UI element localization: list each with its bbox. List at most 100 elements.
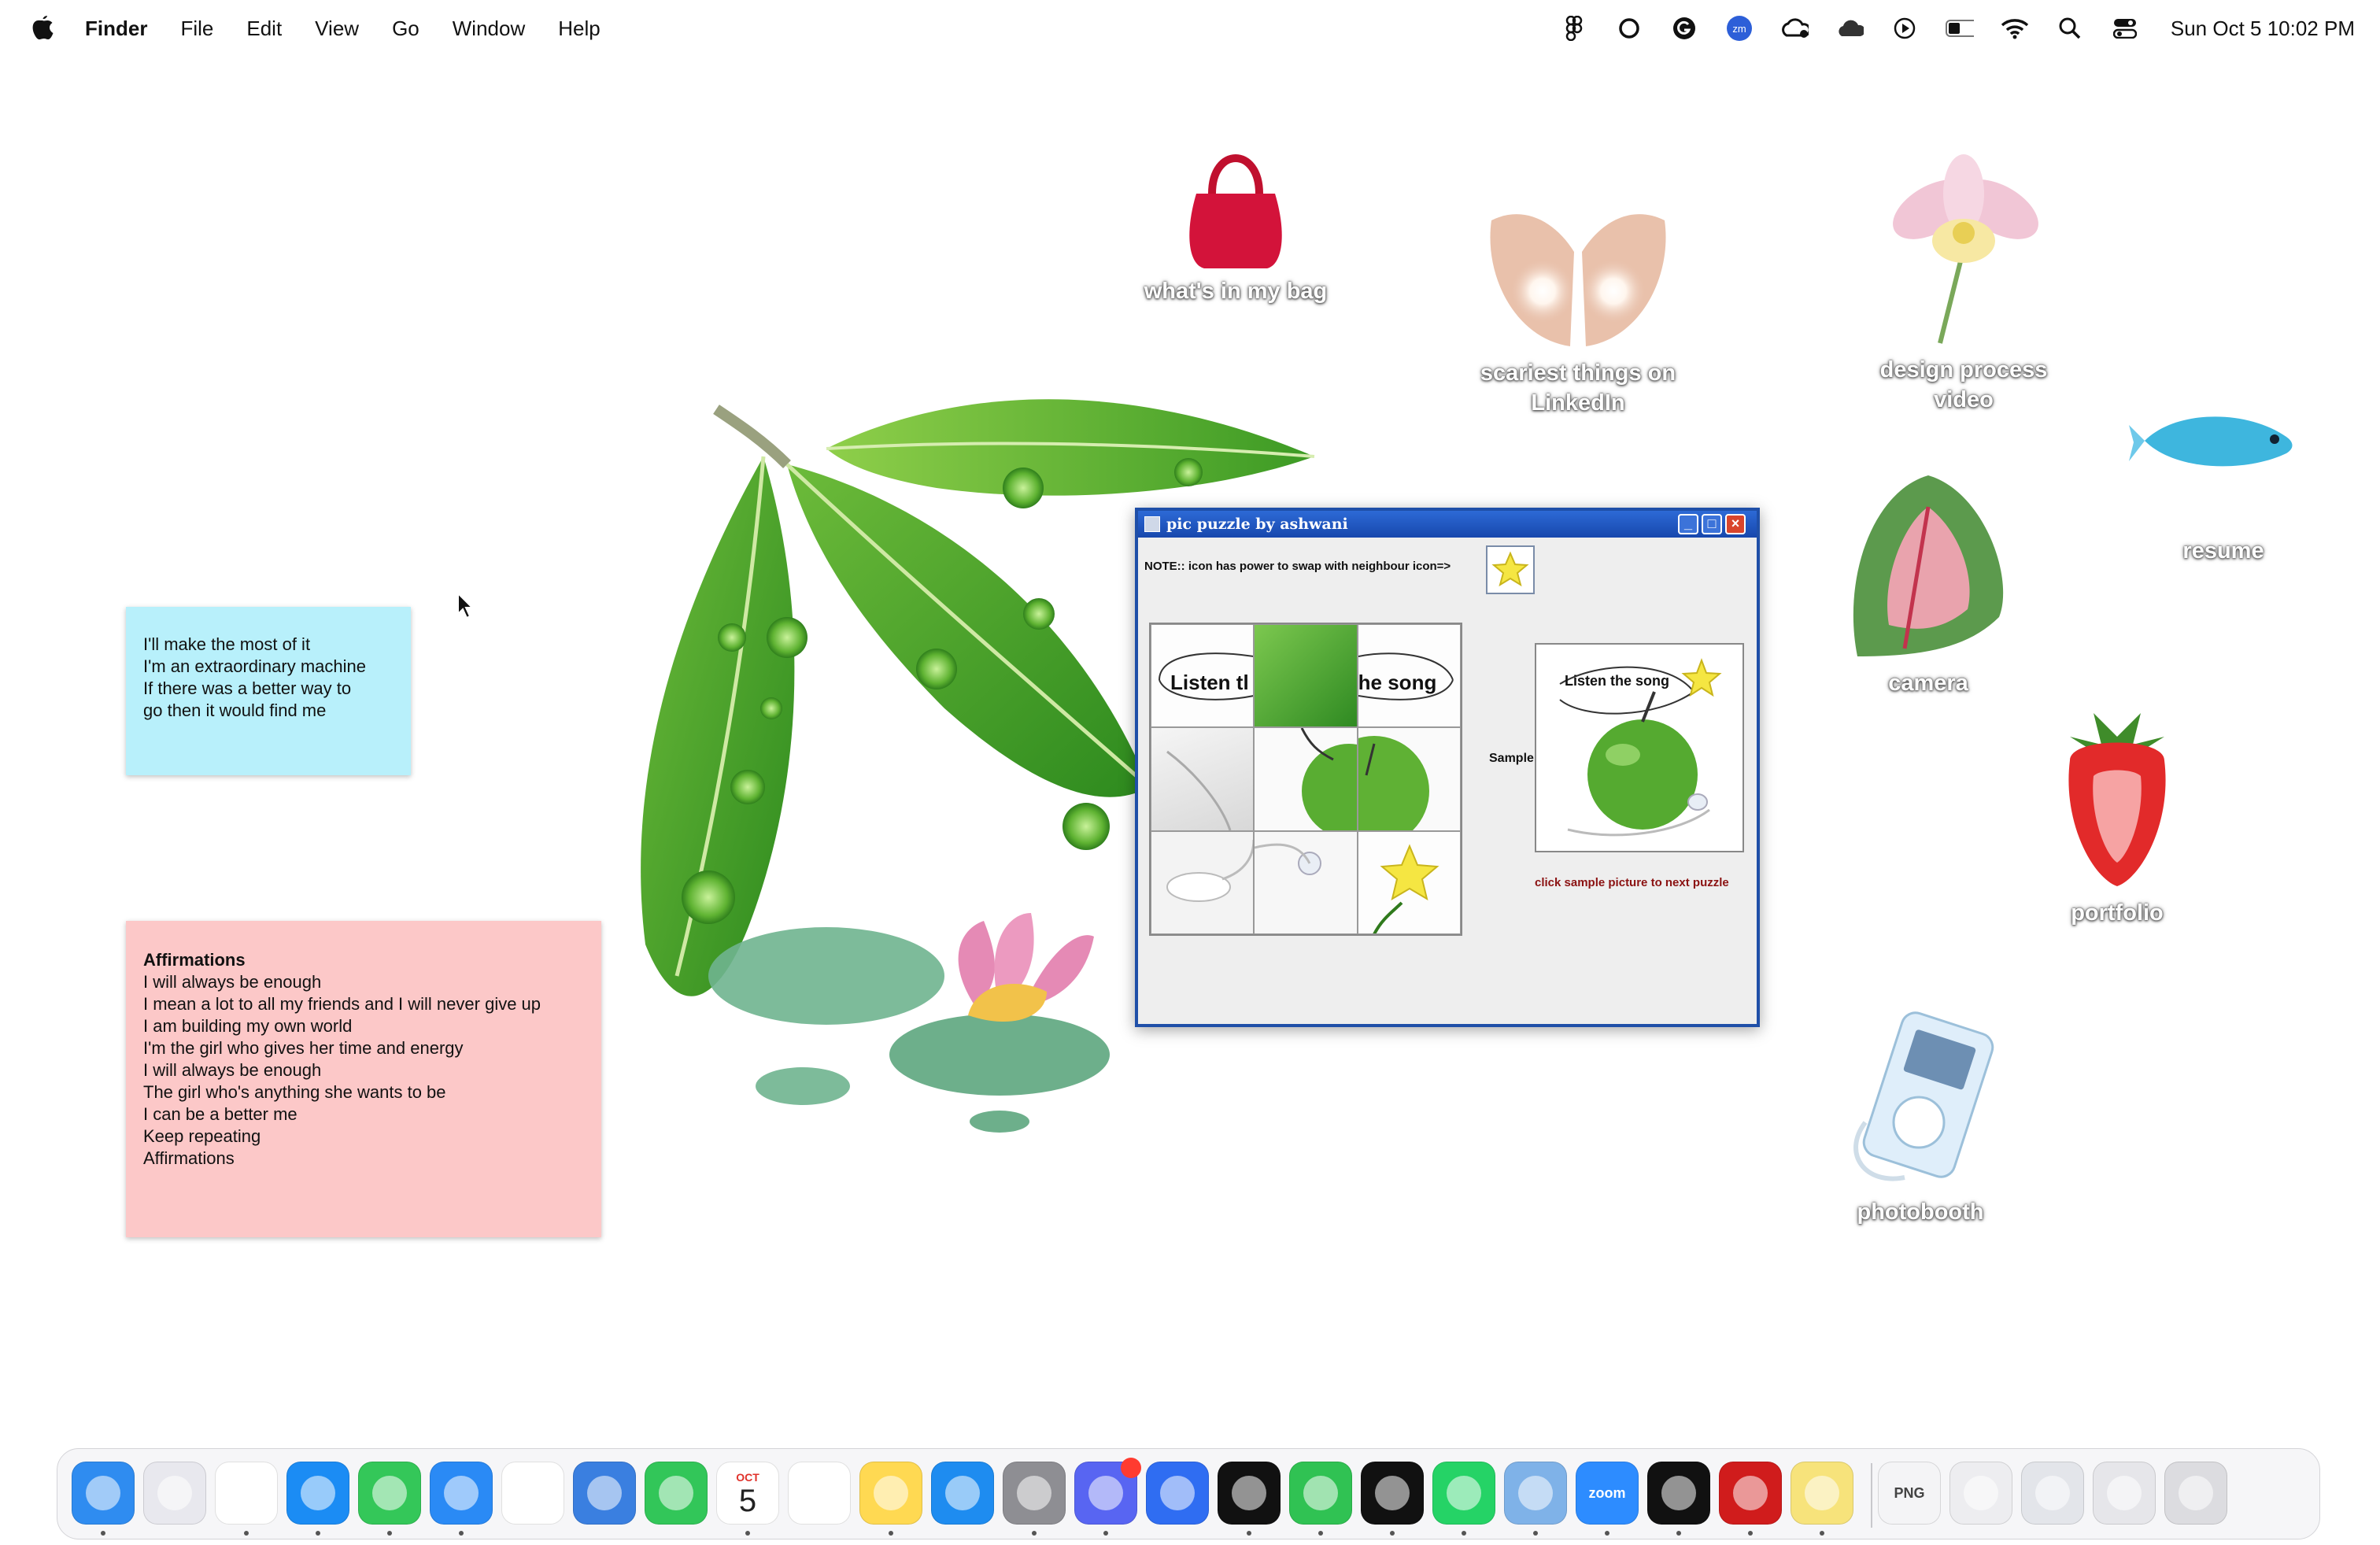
sticky-note-lyrics[interactable]: I'll make the most of it I'm an extraord…	[126, 607, 411, 775]
trash-icon[interactable]	[2164, 1462, 2227, 1525]
app-store-icon[interactable]	[931, 1462, 994, 1525]
menu-finder[interactable]: Finder	[85, 17, 147, 41]
mail-glyph	[444, 1476, 479, 1510]
facetime-icon[interactable]	[645, 1462, 708, 1525]
photos-icon[interactable]	[501, 1462, 564, 1525]
puzzle-tile[interactable]	[1357, 830, 1461, 934]
sticky-line: I'm the girl who gives her time and ener…	[143, 1038, 464, 1058]
safari-icon[interactable]	[286, 1462, 349, 1525]
running-indicator	[459, 1531, 464, 1536]
whatsapp-icon[interactable]	[1432, 1462, 1495, 1525]
chrome-icon[interactable]	[215, 1462, 278, 1525]
stack-documents-icon[interactable]	[1949, 1462, 2012, 1525]
desktop-item-label: what's in my bag	[1144, 279, 1328, 304]
desktop-item-resume[interactable]: resume	[2125, 394, 2322, 566]
chatgpt-icon[interactable]	[1647, 1462, 1710, 1525]
stack-screenshots-glyph	[2035, 1476, 2070, 1510]
desktop-item-design-process-video[interactable]: design process video	[1850, 146, 2078, 415]
strawberry-icon	[2068, 713, 2166, 886]
stickies-icon[interactable]	[1791, 1462, 1853, 1525]
puzzle-tile[interactable]	[1357, 727, 1461, 831]
desktop-item-scariest-things-on-linkedin[interactable]: scariest things on LinkedIn	[1456, 189, 1700, 418]
desktop-item-whats-in-my-bag[interactable]: what's in my bag	[1118, 139, 1354, 306]
discord-glyph	[1088, 1476, 1123, 1510]
finder-icon[interactable]	[72, 1462, 135, 1525]
calendar-icon[interactable]: OCT 5	[716, 1462, 779, 1525]
minimize-button[interactable]: _	[1678, 514, 1698, 534]
running-indicator	[1676, 1531, 1681, 1536]
mail-icon[interactable]	[430, 1462, 493, 1525]
desktop-item-label: design process video	[1879, 357, 2048, 412]
png-file-icon[interactable]: PNG	[1878, 1462, 1941, 1525]
puzzle-note: NOTE:: icon has power to swap with neigh…	[1144, 560, 1451, 573]
running-indicator	[745, 1531, 750, 1536]
play-icon[interactable]	[1890, 14, 1919, 43]
close-button[interactable]: ×	[1725, 514, 1746, 534]
icloud-icon[interactable]	[1835, 14, 1864, 43]
figma-icon[interactable]	[1560, 14, 1588, 43]
reminders-icon[interactable]	[788, 1462, 851, 1525]
weather-icon[interactable]	[573, 1462, 636, 1525]
running-indicator	[244, 1531, 249, 1536]
sticky-line: The girl who's anything she wants to be	[143, 1082, 446, 1102]
running-indicator	[1533, 1531, 1538, 1536]
acrobat-icon[interactable]	[1719, 1462, 1782, 1525]
calendar-month: OCT	[736, 1471, 759, 1484]
stack-downloads-glyph	[2107, 1476, 2142, 1510]
apple-menu-icon[interactable]	[30, 11, 55, 43]
sticky-line: I am building my own world	[143, 1016, 353, 1036]
desktop-item-camera[interactable]: camera	[1826, 460, 2031, 698]
desktop-item-portfolio[interactable]: portfolio	[2015, 689, 2219, 928]
desktop-item-photobooth[interactable]: photobooth	[1810, 1004, 2031, 1227]
zoom-icon[interactable]: zm	[1725, 14, 1754, 43]
menu-view[interactable]: View	[315, 17, 359, 41]
notes-icon[interactable]	[859, 1462, 922, 1525]
maximize-button[interactable]: □	[1702, 514, 1722, 534]
wifi-icon[interactable]	[2001, 14, 2029, 43]
dock-separator	[1871, 1463, 1872, 1528]
creative-cloud-icon[interactable]	[1780, 14, 1809, 43]
chatgpt-glyph	[1661, 1476, 1696, 1510]
stack-downloads-icon[interactable]	[2093, 1462, 2156, 1525]
stack-screenshots-icon[interactable]	[2021, 1462, 2084, 1525]
puzzle-tile[interactable]	[1151, 727, 1255, 831]
menu-go[interactable]: Go	[392, 17, 419, 41]
puzzle-tile[interactable]	[1254, 830, 1358, 934]
puzzle-tile[interactable]: he song	[1357, 624, 1461, 728]
menu-clock[interactable]: Sun Oct 5 10:02 PM	[2171, 17, 2355, 41]
window-titlebar[interactable]: pic puzzle by ashwani	[1138, 511, 1757, 538]
running-indicator	[1247, 1531, 1251, 1536]
menu-help[interactable]: Help	[558, 17, 600, 41]
puzzle-tile[interactable]: Listen tl	[1151, 624, 1255, 728]
puzzle-tile[interactable]	[1254, 624, 1358, 728]
discord-icon[interactable]	[1074, 1458, 1141, 1525]
running-indicator	[1605, 1531, 1609, 1536]
zoom-icon[interactable]: zoom	[1576, 1462, 1639, 1525]
running-indicator	[1032, 1531, 1037, 1536]
puzzle-tile[interactable]	[1151, 830, 1255, 934]
finder-glyph	[86, 1476, 120, 1510]
roblox-icon[interactable]	[1146, 1462, 1209, 1525]
grammarly-icon[interactable]	[1670, 14, 1698, 43]
spotify-icon[interactable]	[1218, 1462, 1281, 1525]
menu-file[interactable]: File	[180, 17, 213, 41]
puzzle-tile[interactable]	[1254, 727, 1358, 831]
battery-icon[interactable]	[1945, 14, 1974, 43]
menu-edit[interactable]: Edit	[246, 17, 282, 41]
puzzle-window[interactable]: pic puzzle by ashwani _ □ × NOTE:: icon …	[1135, 508, 1760, 1027]
find-my-icon[interactable]	[1289, 1462, 1352, 1525]
menu-window[interactable]: Window	[453, 17, 525, 41]
desktop-item-label: resume	[2182, 538, 2264, 564]
facetime-glyph	[659, 1476, 693, 1510]
sticky-note-affirmations[interactable]: Affirmations I will always be enough I m…	[126, 921, 601, 1237]
search-icon[interactable]	[2056, 14, 2084, 43]
control-center-icon[interactable]	[2111, 14, 2139, 43]
system-settings-icon[interactable]	[1003, 1462, 1066, 1525]
launchpad-icon[interactable]	[143, 1462, 206, 1525]
preview-icon[interactable]	[1504, 1462, 1567, 1525]
sample-picture[interactable]: Listen the song	[1535, 643, 1744, 852]
swap-star-tile[interactable]	[1486, 545, 1535, 594]
messages-icon[interactable]	[358, 1462, 421, 1525]
figma-icon[interactable]	[1361, 1462, 1424, 1525]
circle-icon[interactable]	[1615, 14, 1643, 43]
